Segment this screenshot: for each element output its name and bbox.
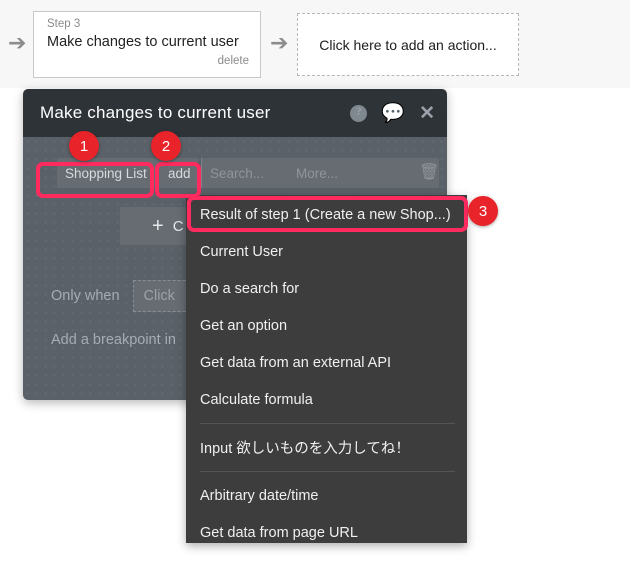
workflow-strip: ➔ Step 3 Make changes to current user de…: [0, 0, 630, 88]
add-action-label: Click here to add an action...: [319, 36, 497, 53]
plus-icon: +: [152, 215, 164, 237]
step-delete-link[interactable]: delete: [47, 54, 249, 68]
dropdown-item[interactable]: Get an option: [186, 307, 467, 344]
dropdown-item[interactable]: Get data from page URL: [186, 514, 467, 551]
add-action-card[interactable]: Click here to add an action...: [297, 13, 519, 76]
dropdown-separator: [200, 471, 455, 472]
add-breakpoint-link[interactable]: Add a breakpoint in: [51, 332, 176, 348]
help-icon[interactable]: ?: [350, 104, 368, 122]
field-row: Shopping List add Search... More... 🗑: [31, 158, 439, 188]
arrow-right-icon-2: ➔: [270, 31, 289, 56]
modal-header: Make changes to current user ? 💬 ✕: [23, 89, 447, 137]
search-input[interactable]: Search...: [201, 158, 288, 188]
modal-title: Make changes to current user: [40, 103, 271, 122]
screenshot-root: ➔ Step 3 Make changes to current user de…: [0, 0, 630, 579]
dropdown-separator: [200, 423, 455, 424]
annotation-badge-1: 1: [69, 131, 99, 161]
chat-bubble-icon[interactable]: 💬: [381, 104, 405, 123]
annotation-badge-2: 2: [151, 131, 181, 161]
data-source-dropdown[interactable]: Result of step 1 (Create a new Shop...) C…: [186, 195, 467, 543]
step-number-label: Step 3: [47, 18, 81, 30]
step-card-3[interactable]: Step 3 Make changes to current user dele…: [33, 11, 261, 78]
trash-icon[interactable]: 🗑: [419, 163, 439, 183]
modal-header-icons: ? 💬 ✕: [350, 89, 435, 137]
dropdown-item[interactable]: Current User: [186, 233, 467, 270]
dropdown-item[interactable]: Do a search for: [186, 270, 467, 307]
only-when-label: Only when: [51, 288, 120, 304]
change-another-field-label: C: [172, 217, 184, 235]
dropdown-item[interactable]: Result of step 1 (Create a new Shop...): [186, 197, 467, 233]
more-dropdown[interactable]: More...: [288, 158, 356, 188]
dropdown-item[interactable]: Input 欲しいものを入力してね！: [186, 429, 467, 466]
operation-field[interactable]: add: [160, 158, 198, 188]
arrow-right-icon: ➔: [8, 31, 27, 56]
close-icon[interactable]: ✕: [419, 104, 435, 123]
dropdown-item[interactable]: Calculate formula: [186, 381, 467, 418]
dropdown-item[interactable]: Arbitrary date/time: [186, 477, 467, 514]
dropdown-item[interactable]: Get data from an external API: [186, 344, 467, 381]
thing-field[interactable]: Shopping List: [57, 158, 160, 188]
step-title-label: Make changes to current user: [47, 34, 239, 50]
annotation-badge-3: 3: [468, 196, 498, 226]
